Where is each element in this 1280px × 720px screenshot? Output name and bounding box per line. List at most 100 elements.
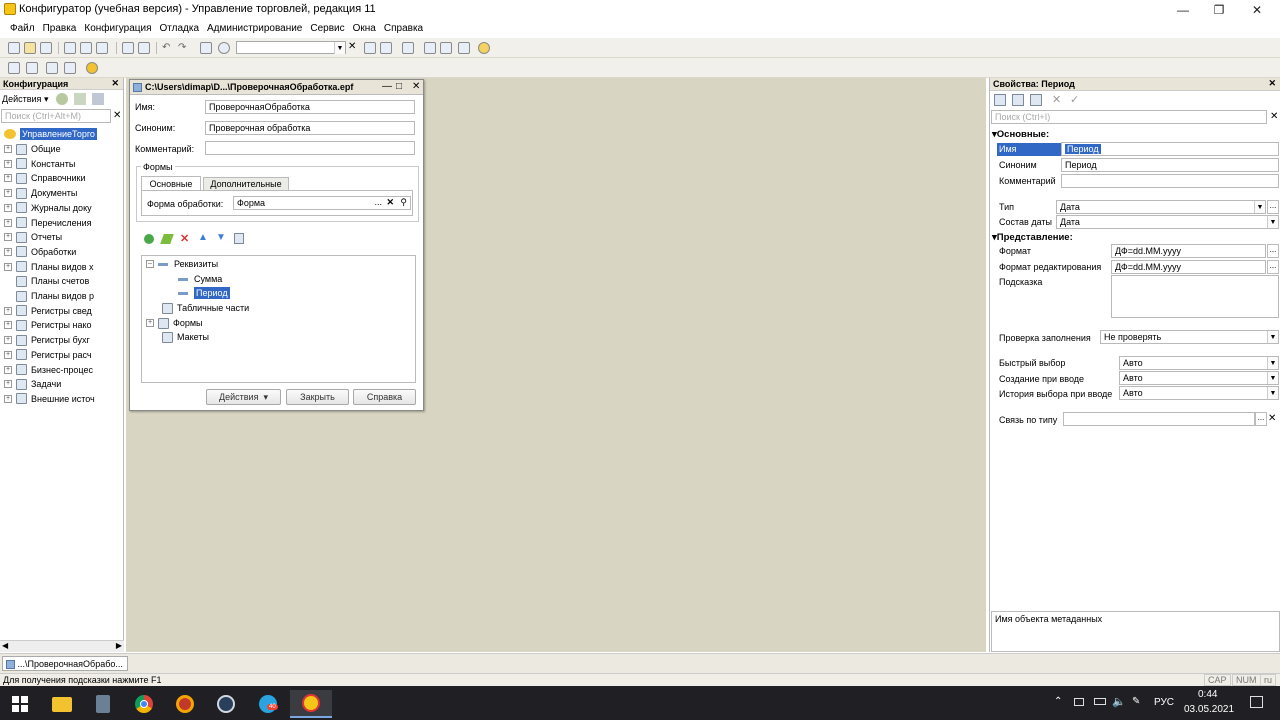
- menu-service[interactable]: Сервис: [306, 20, 348, 34]
- taskbar-steam[interactable]: [206, 690, 246, 718]
- input-language[interactable]: РУС: [1154, 697, 1174, 708]
- chevron-up-icon[interactable]: ⌃: [1054, 696, 1062, 707]
- prop-quick-choice-select[interactable]: Авто ▼: [1119, 356, 1279, 370]
- chevron-down-icon[interactable]: ▼: [1267, 216, 1278, 228]
- tree-row-tables[interactable]: Табличные части: [162, 301, 249, 315]
- expand-icon[interactable]: +: [4, 189, 12, 198]
- taskbar-chrome[interactable]: [124, 690, 164, 718]
- expand-icon[interactable]: +: [4, 365, 12, 374]
- prop-choice-history-select[interactable]: Авто ▼: [1119, 386, 1279, 400]
- chevron-down-icon[interactable]: ▼: [1267, 357, 1278, 369]
- config-tree-item[interactable]: + Обработки: [4, 245, 76, 259]
- config-tree-item[interactable]: + Регистры свед: [4, 304, 92, 318]
- redo-icon[interactable]: ↷: [178, 42, 190, 54]
- clear-icon[interactable]: ✕: [113, 110, 121, 121]
- collapse-icon[interactable]: –: [146, 260, 154, 268]
- config-tree-item[interactable]: + Задачи: [4, 377, 61, 391]
- config-tree-item[interactable]: + Регистры бухг: [4, 333, 90, 347]
- scroll-right-icon[interactable]: ▶: [116, 641, 122, 650]
- sort-icon[interactable]: [234, 233, 244, 244]
- actions-button[interactable]: Действия ▾: [206, 389, 281, 405]
- tree-row-period[interactable]: Период: [178, 286, 230, 300]
- expand-icon[interactable]: [4, 292, 12, 300]
- prop-create-on-input-select[interactable]: Авто ▼: [1119, 371, 1279, 385]
- close-button[interactable]: ✕: [1238, 0, 1276, 20]
- config-tree-item[interactable]: + Константы: [4, 157, 75, 171]
- menu-configuration[interactable]: Конфигурация: [80, 20, 155, 34]
- expand-icon[interactable]: +: [4, 203, 12, 212]
- close-dialog-button[interactable]: Закрыть: [286, 389, 349, 405]
- open-icon[interactable]: ⚲: [400, 197, 407, 208]
- save-icon[interactable]: [40, 42, 52, 54]
- run-debug-icon[interactable]: [86, 62, 98, 74]
- config-search-input[interactable]: Поиск (Ctrl+Alt+M): [1, 109, 111, 123]
- expand-icon[interactable]: +: [4, 174, 12, 183]
- prop-edit-format-input[interactable]: ДФ=dd.MM.yyyy: [1111, 260, 1266, 274]
- taskbar-explorer[interactable]: [42, 690, 82, 718]
- move-down-icon[interactable]: ▼: [216, 232, 226, 243]
- maximize-button[interactable]: ❐: [1200, 0, 1238, 20]
- form-select[interactable]: Форма ... ✕ ⚲: [233, 196, 411, 210]
- config-tree-item[interactable]: + Планы видов х: [4, 260, 94, 274]
- maximize-icon[interactable]: □: [396, 81, 402, 92]
- taskbar-1c[interactable]: [290, 690, 332, 718]
- assistant-icon[interactable]: [424, 42, 436, 54]
- tab-extra[interactable]: Дополнительные: [203, 177, 289, 190]
- delete-icon[interactable]: ✕: [180, 232, 189, 245]
- config-tree-item[interactable]: + Отчеты: [4, 230, 62, 244]
- property-page-icon[interactable]: [1030, 94, 1042, 106]
- taskbar-calculator[interactable]: [83, 690, 123, 718]
- edit-icon[interactable]: [160, 234, 174, 244]
- prop-hint-input[interactable]: [1111, 275, 1279, 318]
- config-tree-item[interactable]: + Перечисления: [4, 216, 92, 230]
- clear-icon[interactable]: ✕: [386, 197, 394, 208]
- config-tree-item[interactable]: + Справочники: [4, 171, 86, 185]
- apply-icon[interactable]: ✓: [1070, 93, 1079, 106]
- config-tree-item[interactable]: + Бизнес-процес: [4, 363, 93, 377]
- expand-icon[interactable]: +: [4, 306, 12, 315]
- network-icon[interactable]: [1074, 698, 1084, 706]
- config-tree-item[interactable]: + Общие: [4, 142, 61, 156]
- battery-icon[interactable]: [1094, 698, 1106, 705]
- tree-row-attributes[interactable]: – Реквизиты: [146, 257, 218, 271]
- menu-administration[interactable]: Администрирование: [203, 20, 306, 34]
- start-button[interactable]: [0, 690, 40, 718]
- config-actions-menu[interactable]: Действия ▾: [2, 94, 48, 105]
- expand-icon[interactable]: +: [4, 350, 12, 359]
- clear-search-icon[interactable]: ✕: [348, 41, 356, 52]
- window-tab[interactable]: ...\ПроверочнаяОбрабо...: [2, 656, 128, 671]
- tree-root[interactable]: УправлениеТорго: [4, 127, 97, 141]
- expand-icon[interactable]: +: [4, 233, 12, 242]
- help-button[interactable]: Справка: [353, 389, 416, 405]
- users-icon[interactable]: [458, 42, 470, 54]
- horizontal-scrollbar[interactable]: ◀ ▶: [0, 640, 124, 652]
- close-icon[interactable]: ✕: [412, 81, 420, 92]
- expand-icon[interactable]: +: [4, 262, 12, 271]
- config-tree-item[interactable]: + Регистры расч: [4, 348, 92, 362]
- prop-name-input[interactable]: Период: [1061, 142, 1279, 156]
- expand-icon[interactable]: +: [4, 321, 12, 330]
- config-tree-item[interactable]: + Журналы доку: [4, 201, 92, 215]
- tree-row-sum[interactable]: Сумма: [178, 272, 222, 286]
- edit-icon[interactable]: [74, 93, 86, 105]
- prop-synonym-input[interactable]: Период: [1061, 158, 1279, 172]
- expand-icon[interactable]: +: [4, 336, 12, 345]
- paste-icon[interactable]: [96, 42, 108, 54]
- menu-file[interactable]: Файл: [6, 20, 39, 34]
- close-icon[interactable]: ✕: [1268, 78, 1276, 89]
- menu-edit[interactable]: Правка: [39, 20, 81, 34]
- chevron-down-icon[interactable]: ▼: [334, 42, 345, 54]
- print-icon[interactable]: [122, 42, 134, 54]
- categories-icon[interactable]: [1012, 94, 1024, 106]
- close-icon[interactable]: ✕: [111, 78, 119, 89]
- volume-icon[interactable]: 🔈: [1112, 695, 1126, 708]
- open-folder-icon[interactable]: [24, 42, 36, 54]
- config-tree-item[interactable]: + Внешние источ: [4, 392, 95, 406]
- expand-icon[interactable]: [4, 277, 12, 285]
- expand-icon[interactable]: +: [4, 218, 12, 227]
- comment-input[interactable]: [205, 141, 415, 155]
- taskbar-music[interactable]: [165, 690, 205, 718]
- ellipsis-icon[interactable]: ...: [1267, 260, 1279, 274]
- name-input[interactable]: ПроверочнаяОбработка: [205, 100, 415, 114]
- ellipsis-icon[interactable]: ...: [1255, 412, 1267, 426]
